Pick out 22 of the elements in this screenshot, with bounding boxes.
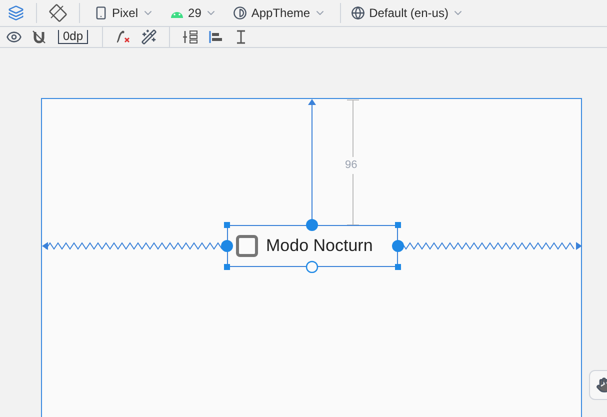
checkbox-label: Modo Nocturn — [266, 235, 373, 258]
eye-icon — [6, 29, 22, 45]
api-dropdown[interactable]: 29 — [164, 0, 224, 26]
infer-constraints-button[interactable] — [139, 27, 160, 47]
margin-value: 96 — [345, 157, 358, 174]
globe-icon — [351, 6, 366, 20]
device-dropdown[interactable]: Pixel — [88, 0, 160, 26]
align-icon — [208, 30, 224, 44]
clear-constraints-icon — [115, 30, 132, 44]
magnet-button[interactable] — [30, 28, 48, 46]
phone-icon — [94, 6, 108, 20]
default-margin-button[interactable]: 0dp — [58, 30, 88, 44]
pack-button[interactable] — [180, 28, 200, 46]
magnet-icon — [32, 30, 46, 44]
wand-icon — [141, 29, 158, 45]
theme-dropdown[interactable]: AppTheme — [227, 0, 332, 26]
theme-icon — [233, 6, 248, 20]
checkbox[interactable] — [236, 235, 258, 257]
layers-icon — [8, 5, 24, 21]
pack-icon — [182, 30, 198, 44]
locale-dropdown[interactable]: Default (en-us) — [345, 0, 470, 26]
rotate-icon — [49, 4, 67, 22]
